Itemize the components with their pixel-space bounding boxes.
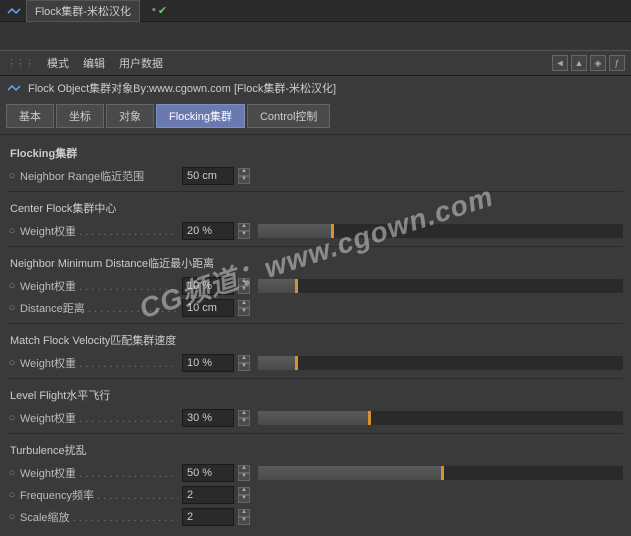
bullet-icon: ○ — [8, 225, 16, 237]
bullet-icon: ○ — [8, 280, 16, 292]
function-button[interactable]: ƒ — [609, 55, 625, 71]
bullet-icon: ○ — [8, 357, 16, 369]
section-match-velocity: Match Flock Velocity匹配集群速度 — [8, 326, 623, 352]
section-turbulence: Turbulence扰乱 — [8, 436, 623, 462]
param-tb-scale: ○ Scale缩放 ▲▼ — [8, 506, 623, 528]
input-tb-scale[interactable] — [182, 508, 234, 526]
spinner[interactable]: ▲▼ — [238, 168, 250, 184]
spinner[interactable]: ▲▼ — [238, 355, 250, 371]
flock-icon — [6, 3, 22, 19]
bullet-icon: ○ — [8, 302, 16, 314]
section-flocking: Flocking集群 — [8, 139, 623, 165]
menu-edit[interactable]: 编辑 — [83, 55, 105, 71]
bullet-icon: ○ — [8, 511, 16, 523]
param-lf-weight: ○ Weight权重 ▲▼ — [8, 407, 623, 429]
input-nm-weight[interactable] — [182, 277, 234, 295]
slider-nm-weight[interactable] — [258, 279, 623, 293]
input-tb-freq[interactable] — [182, 486, 234, 504]
object-title: Flock Object集群对象By:www.cgown.com [Flock集… — [28, 80, 336, 96]
slider-center-weight[interactable] — [258, 224, 623, 238]
param-mv-weight: ○ Weight权重 ▲▼ — [8, 352, 623, 374]
tab-control[interactable]: Control控制 — [247, 104, 330, 128]
flock-icon — [6, 80, 22, 96]
input-neighbor-range[interactable] — [182, 167, 234, 185]
spinner[interactable]: ▲▼ — [238, 300, 250, 316]
spinner[interactable]: ▲▼ — [238, 509, 250, 525]
param-tb-freq: ○ Frequency频率 ▲▼ — [8, 484, 623, 506]
param-nm-weight: ○ Weight权重 ▲▼ — [8, 275, 623, 297]
tag-button[interactable]: ◈ — [590, 55, 606, 71]
label-distance: Distance距离 — [20, 300, 178, 316]
param-neighbor-range: ○ Neighbor Range临近范围 ▲▼ — [8, 165, 623, 187]
check-toggle[interactable]: ✔ — [158, 4, 167, 17]
input-center-weight[interactable] — [182, 222, 234, 240]
label-weight: Weight权重 — [20, 278, 178, 294]
visibility-toggles[interactable]: ▪ ✔ — [152, 4, 167, 17]
bullet-icon: ○ — [8, 170, 16, 182]
section-center-flock: Center Flock集群中心 — [8, 194, 623, 220]
tab-basic[interactable]: 基本 — [6, 104, 54, 128]
section-level-flight: Level Flight水平飞行 — [8, 381, 623, 407]
dot-toggle[interactable]: ▪ — [152, 4, 156, 17]
object-tab[interactable]: Flock集群-米松汉化 — [26, 0, 140, 22]
slider-tb-weight[interactable] — [258, 466, 623, 480]
slider-mv-weight[interactable] — [258, 356, 623, 370]
menu-mode[interactable]: 模式 — [47, 55, 69, 71]
slider-lf-weight[interactable] — [258, 411, 623, 425]
grip-icon: ⋮⋮⋮ — [6, 57, 33, 70]
top-bar: Flock集群-米松汉化 ▪ ✔ — [0, 0, 631, 22]
tab-flocking[interactable]: Flocking集群 — [156, 104, 245, 128]
spinner[interactable]: ▲▼ — [238, 223, 250, 239]
bullet-icon: ○ — [8, 467, 16, 479]
bullet-icon: ○ — [8, 412, 16, 424]
spinner[interactable]: ▲▼ — [238, 278, 250, 294]
tab-coord[interactable]: 坐标 — [56, 104, 104, 128]
input-lf-weight[interactable] — [182, 409, 234, 427]
spinner[interactable]: ▲▼ — [238, 465, 250, 481]
menu-userdata[interactable]: 用户数据 — [119, 55, 163, 71]
input-tb-weight[interactable] — [182, 464, 234, 482]
spinner[interactable]: ▲▼ — [238, 410, 250, 426]
section-neighbor-min: Neighbor Minimum Distance临近最小距离 — [8, 249, 623, 275]
input-mv-weight[interactable] — [182, 354, 234, 372]
label-frequency: Frequency频率 — [20, 487, 178, 503]
label-neighbor-range: Neighbor Range临近范围 — [20, 168, 178, 184]
label-weight: Weight权重 — [20, 410, 178, 426]
label-scale: Scale缩放 — [20, 509, 178, 525]
input-nm-distance[interactable] — [182, 299, 234, 317]
empty-area — [0, 22, 631, 50]
nav-back-button[interactable]: ◄ — [552, 55, 568, 71]
properties-panel: Flocking集群 ○ Neighbor Range临近范围 ▲▼ Cente… — [0, 135, 631, 536]
object-title-row: Flock Object集群对象By:www.cgown.com [Flock集… — [0, 76, 631, 100]
attribute-tabs: 基本 坐标 对象 Flocking集群 Control控制 — [0, 100, 631, 135]
tab-object[interactable]: 对象 — [106, 104, 154, 128]
label-weight: Weight权重 — [20, 465, 178, 481]
param-tb-weight: ○ Weight权重 ▲▼ — [8, 462, 623, 484]
param-nm-distance: ○ Distance距离 ▲▼ — [8, 297, 623, 319]
label-weight: Weight权重 — [20, 223, 178, 239]
spinner[interactable]: ▲▼ — [238, 487, 250, 503]
menu-bar: ⋮⋮⋮ 模式 编辑 用户数据 ◄ ▲ ◈ ƒ — [0, 50, 631, 76]
nav-up-button[interactable]: ▲ — [571, 55, 587, 71]
label-weight: Weight权重 — [20, 355, 178, 371]
bullet-icon: ○ — [8, 489, 16, 501]
param-center-weight: ○ Weight权重 ▲▼ — [8, 220, 623, 242]
